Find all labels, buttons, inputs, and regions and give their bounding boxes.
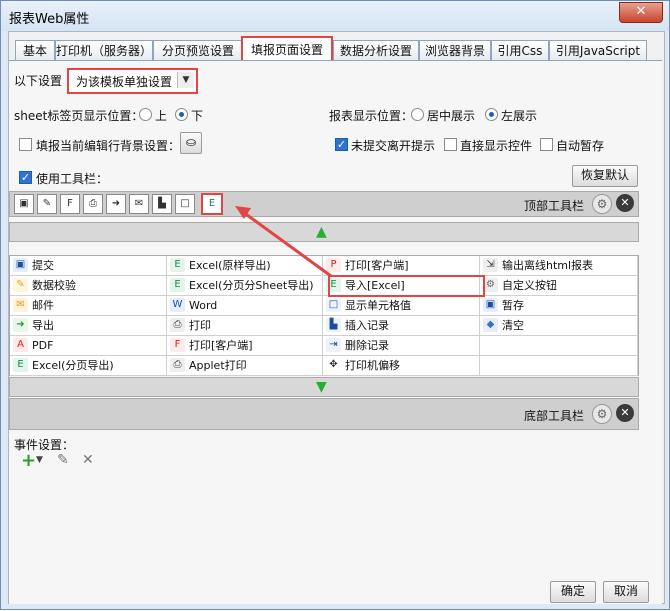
dialog-window: 报表Web属性 ✕ 基本 打印机（服务器） 分页预览设置 填报页面设置 数据分析… (0, 0, 670, 610)
annotation-arrow (235, 206, 332, 278)
